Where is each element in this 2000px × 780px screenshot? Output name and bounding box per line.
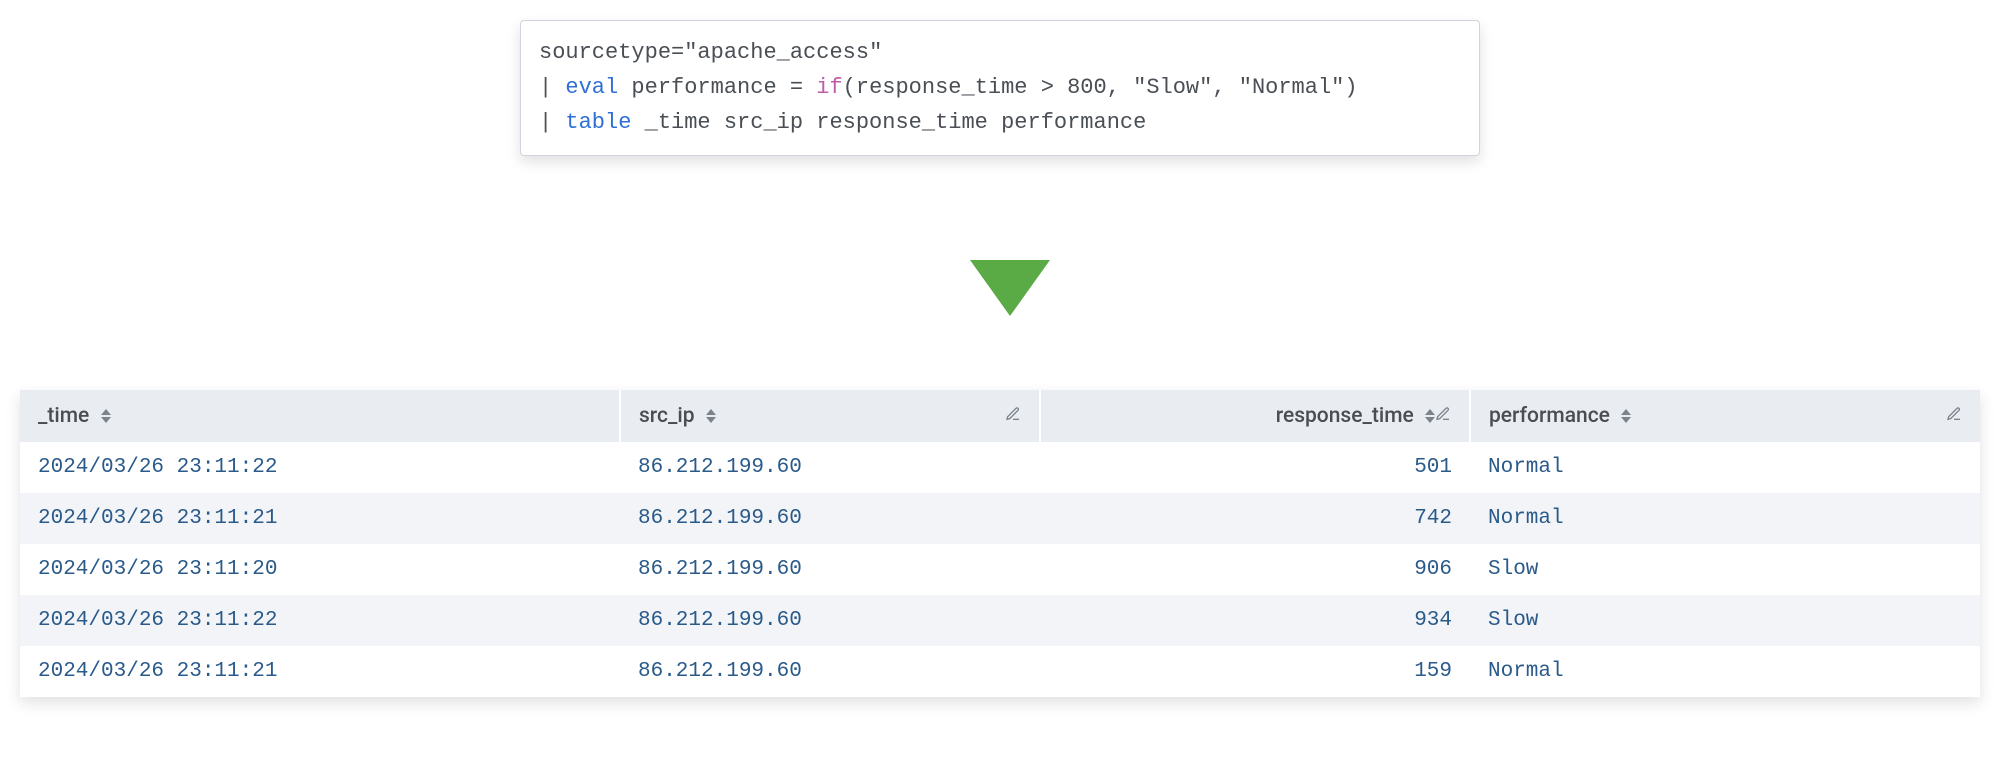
cell-response-time[interactable]: 934 bbox=[1040, 595, 1470, 646]
column-label: src_ip bbox=[639, 404, 695, 428]
table-row[interactable]: 2024/03/26 23:11:2086.212.199.60906Slow bbox=[20, 544, 1980, 595]
query-line-2: | eval performance = if(response_time > … bbox=[539, 70, 1461, 105]
column-header-time[interactable]: _time bbox=[20, 390, 620, 442]
query-line-1: sourcetype="apache_access" bbox=[539, 35, 1461, 70]
column-label: _time bbox=[38, 404, 89, 428]
cell-performance[interactable]: Slow bbox=[1470, 544, 1980, 595]
cell-response-time[interactable]: 159 bbox=[1040, 646, 1470, 697]
table-row[interactable]: 2024/03/26 23:11:2286.212.199.60934Slow bbox=[20, 595, 1980, 646]
pencil-icon[interactable] bbox=[1005, 404, 1021, 428]
arrow-down-icon bbox=[970, 260, 1050, 316]
sort-icon[interactable] bbox=[1621, 409, 1631, 423]
table-row[interactable]: 2024/03/26 23:11:2186.212.199.60159Norma… bbox=[20, 646, 1980, 697]
cell-src-ip[interactable]: 86.212.199.60 bbox=[620, 595, 1040, 646]
table-header-row: _time src_ip response_time bbox=[20, 390, 1980, 442]
table-row[interactable]: 2024/03/26 23:11:2286.212.199.60501Norma… bbox=[20, 442, 1980, 493]
cell-performance[interactable]: Slow bbox=[1470, 595, 1980, 646]
cell-time[interactable]: 2024/03/26 23:11:20 bbox=[20, 544, 620, 595]
cell-response-time[interactable]: 906 bbox=[1040, 544, 1470, 595]
column-header-performance[interactable]: performance bbox=[1470, 390, 1980, 442]
cell-performance[interactable]: Normal bbox=[1470, 442, 1980, 493]
sort-icon[interactable] bbox=[1425, 409, 1435, 423]
cell-performance[interactable]: Normal bbox=[1470, 493, 1980, 544]
column-label: response_time bbox=[1276, 404, 1414, 428]
cell-response-time[interactable]: 742 bbox=[1040, 493, 1470, 544]
cell-src-ip[interactable]: 86.212.199.60 bbox=[620, 442, 1040, 493]
column-header-src-ip[interactable]: src_ip bbox=[620, 390, 1040, 442]
table-row[interactable]: 2024/03/26 23:11:2186.212.199.60742Norma… bbox=[20, 493, 1980, 544]
results-table: _time src_ip response_time bbox=[20, 390, 1980, 697]
cell-src-ip[interactable]: 86.212.199.60 bbox=[620, 544, 1040, 595]
pencil-icon[interactable] bbox=[1946, 404, 1962, 428]
sort-icon[interactable] bbox=[101, 409, 111, 423]
cell-src-ip[interactable]: 86.212.199.60 bbox=[620, 493, 1040, 544]
query-line-3: | table _time src_ip response_time perfo… bbox=[539, 105, 1461, 140]
cell-time[interactable]: 2024/03/26 23:11:21 bbox=[20, 646, 620, 697]
cell-time[interactable]: 2024/03/26 23:11:21 bbox=[20, 493, 620, 544]
column-label: performance bbox=[1489, 404, 1610, 428]
results-table-container: _time src_ip response_time bbox=[20, 390, 1980, 697]
cell-time[interactable]: 2024/03/26 23:11:22 bbox=[20, 595, 620, 646]
spl-query-editor[interactable]: sourcetype="apache_access" | eval perfor… bbox=[520, 20, 1480, 156]
cell-time[interactable]: 2024/03/26 23:11:22 bbox=[20, 442, 620, 493]
cell-performance[interactable]: Normal bbox=[1470, 646, 1980, 697]
cell-response-time[interactable]: 501 bbox=[1040, 442, 1470, 493]
pencil-icon[interactable] bbox=[1435, 404, 1451, 428]
sort-icon[interactable] bbox=[706, 409, 716, 423]
cell-src-ip[interactable]: 86.212.199.60 bbox=[620, 646, 1040, 697]
column-header-response-time[interactable]: response_time bbox=[1040, 390, 1470, 442]
